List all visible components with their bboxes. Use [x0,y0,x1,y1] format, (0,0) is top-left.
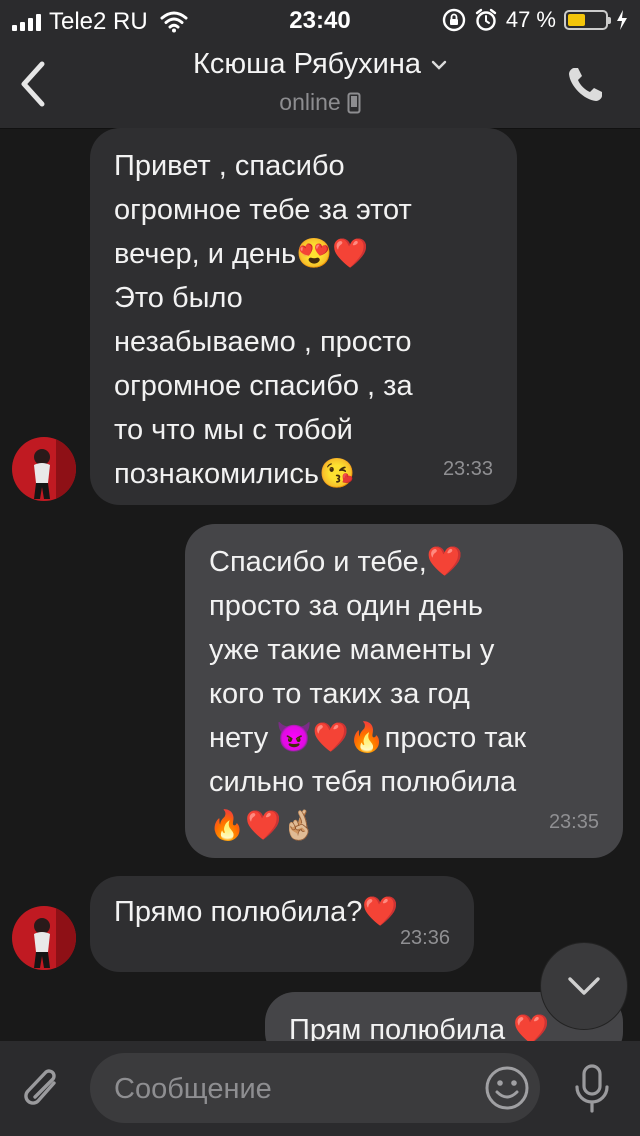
attach-paperclip-icon[interactable] [20,1063,66,1115]
emoji-smile-icon[interactable] [484,1065,530,1111]
status-right: 47 % [442,7,628,33]
charging-bolt-icon [617,10,627,30]
chevron-down-icon [431,60,447,70]
chevron-down-icon [568,977,600,995]
message-bubble-incoming[interactable]: Привет , спасибо огромное тебе за этот в… [90,128,517,505]
message-time: 23:35 [548,811,599,833]
scroll-to-bottom-button[interactable] [540,942,628,1030]
chat-header: Ксюша Рябухина online [0,40,640,129]
online-status: online [279,89,341,115]
rotation-lock-icon [442,8,466,32]
message-input-bar [0,1041,640,1136]
contact-info[interactable]: Ксюша Рябухина online [0,48,640,116]
message-field[interactable] [90,1053,540,1125]
message-bubble-incoming[interactable]: Прямо полюбила?❤️ 23:36 [90,876,474,972]
message-input[interactable] [112,1053,476,1125]
battery-icon [564,10,611,30]
message-text: Привет , спасибо огромное тебе за этот в… [114,150,413,490]
battery-percent: 47 % [505,7,556,32]
message-time: 23:36 [399,927,450,949]
contact-title[interactable]: Ксюша Рябухина [193,48,447,81]
message-time: 23:33 [442,458,493,480]
mobile-device-icon [347,92,361,113]
contact-status: online [279,89,361,116]
avatar-photo [12,437,76,501]
avatar[interactable] [12,437,76,501]
microphone-icon[interactable] [572,1063,612,1115]
battery-fill [568,14,585,26]
phone-icon[interactable] [566,64,606,104]
contact-name: Ксюша Рябухина [193,48,421,80]
avatar-photo [12,906,76,970]
message-bubble-outgoing[interactable]: Спасибо и тебе,❤️ просто за один день уж… [185,524,623,858]
alarm-icon [475,8,497,31]
status-bar: Tele2 RU 23:40 47 % [0,0,640,40]
avatar[interactable] [12,906,76,970]
